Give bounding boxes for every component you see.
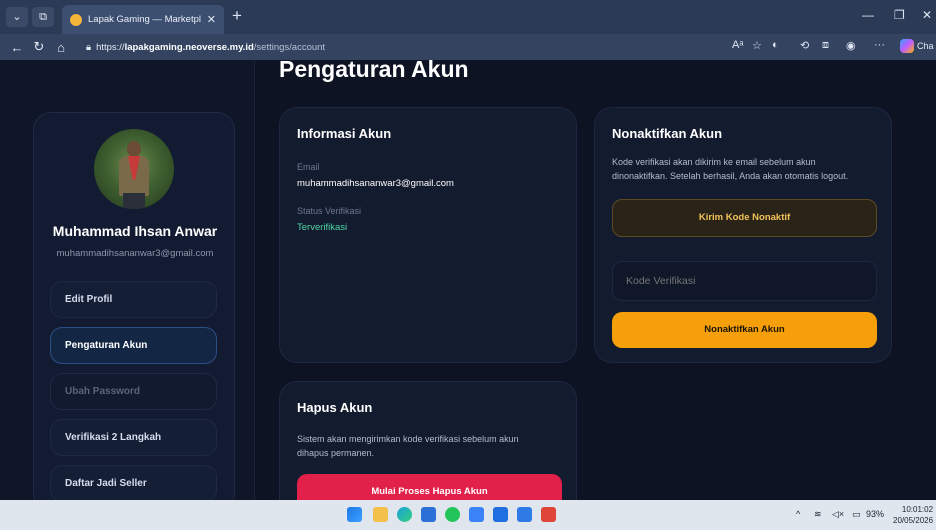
sidebar-item-pengaturan-akun[interactable]: Pengaturan Akun [50,327,217,364]
extensions-icon[interactable]: ◐ [772,39,779,51]
deactivate-description-line1: Kode verifikasi akan dikirim ke email se… [612,157,816,167]
history-icon[interactable]: ⟲ [800,39,809,52]
restore-icon[interactable]: ❐ [894,8,905,22]
sidebar-item-edit-profil[interactable]: Edit Profil [50,281,217,318]
whatsapp-icon[interactable] [445,507,460,522]
url-field[interactable]: 🔒︎ https://lapakgaming.neoverse.my.id/se… [86,38,726,56]
app-icon[interactable] [469,507,484,522]
browser-address-bar: ← ↻ ⌂ 🔒︎ https://lapakgaming.neoverse.my… [0,34,936,60]
start-menu-icon[interactable] [347,507,362,522]
delete-description-line2: dihapus permanen. [297,448,375,458]
workspaces-icon[interactable]: ⧉ [32,7,54,27]
url-path: /settings/account [253,41,326,53]
close-window-icon[interactable]: ✕ [922,8,932,22]
file-explorer-icon[interactable] [373,507,388,522]
browser-tab-bar: ⌄ ⧉ Lapak Gaming — Marketplace Ga ✕ + — … [0,0,936,34]
copilot-icon[interactable] [900,39,914,53]
sidebar-item-ubah-password: Ubah Password [50,373,217,410]
tab-close-icon[interactable]: ✕ [207,13,216,26]
sidebar-item-verifikasi-2-langkah[interactable]: Verifikasi 2 Langkah [50,419,217,456]
tab-actions-chevron-icon[interactable]: ⌄ [6,7,28,27]
volume-icon[interactable]: ◁× [832,509,844,520]
back-arrow-icon[interactable]: ← [6,40,28,55]
account-info-title: Informasi Akun [297,126,392,141]
notepad-icon[interactable] [493,507,508,522]
url-text: https://lapakgaming.neoverse.my.id/setti… [96,42,325,53]
clock-time: 10:01:02 [901,505,934,514]
tab-title: Lapak Gaming — Marketplace Ga [88,14,201,25]
site-favicon-icon [70,13,82,26]
deactivate-account-button[interactable]: Nonaktifkan Akun [612,312,877,348]
favorite-star-icon[interactable]: ☆ [752,39,762,52]
filezilla-icon[interactable] [541,507,556,522]
profile-name: Muhammad Ihsan Anwar [52,223,218,239]
verification-status-label: Status Verifikasi [297,206,362,216]
url-host: lapakgaming.neoverse.my.id [124,41,254,53]
url-scheme: https:// [96,41,125,53]
more-menu-icon[interactable]: ··· [874,39,885,51]
browser-tab-active[interactable]: Lapak Gaming — Marketplace Ga ✕ [62,5,224,34]
email-label: Email [297,162,320,172]
deactivate-title: Nonaktifkan Akun [612,126,723,141]
account-info-card: Informasi Akun Email muhammadihsananwar3… [279,107,577,363]
page-title: Pengaturan Akun [279,60,469,82]
deactivate-description-line2: dinonaktifkan. Setelah berhasil, Anda ak… [612,171,849,181]
refresh-icon[interactable]: ↻ [28,39,50,55]
tray-chevron-up-icon[interactable]: ^ [796,509,800,519]
send-deactivate-code-button[interactable]: Kirim Kode Nonaktif [612,199,877,237]
battery-icon[interactable]: ▭ [852,509,861,520]
wifi-icon[interactable]: ≋ [814,509,822,520]
lock-icon: 🔒︎ [86,41,92,53]
deactivate-account-card: Nonaktifkan Akun Kode verifikasi akan di… [594,107,892,363]
profile-email: muhammadihsananwar3@gmail.com [56,248,214,259]
store-icon[interactable] [421,507,436,522]
verification-status-value: Terverifikasi [297,222,348,233]
page-viewport: Muhammad Ihsan Anwar muhammadihsananwar3… [0,60,936,500]
copilot-label[interactable]: Cha [917,41,934,51]
battery-percentage: 93% [866,509,885,519]
screenshot-icon[interactable]: ⧈ [822,39,829,52]
delete-title: Hapus Akun [297,400,373,415]
delete-description-line1: Sistem akan mengirimkan kode verifikasi … [297,434,519,444]
new-tab-plus-icon[interactable]: + [232,6,242,26]
clock-date: 20/05/2026 [893,516,934,525]
verification-code-input[interactable] [612,261,877,301]
home-icon[interactable]: ⌂ [50,40,72,55]
sidebar-item-daftar-jadi-seller[interactable]: Daftar Jadi Seller [50,465,217,500]
system-clock[interactable]: 10:01:02 20/05/2026 [893,504,933,526]
read-aloud-icon[interactable]: Aᵃ [732,39,743,51]
os-taskbar: ^ ≋ ◁× ▭ 93% 10:01:02 20/05/2026 [0,500,936,530]
avatar [94,129,174,209]
profile-card: Muhammad Ihsan Anwar muhammadihsananwar3… [33,112,235,500]
edge-browser-icon[interactable] [397,507,412,522]
start-delete-account-button[interactable]: Mulai Proses Hapus Akun [297,474,562,500]
profile-avatar-icon[interactable]: ◉ [846,39,856,52]
email-value: muhammadihsananwar3@gmail.com [297,178,454,189]
vscode-icon[interactable] [517,507,532,522]
minimize-icon[interactable]: — [862,8,874,22]
delete-account-card: Hapus Akun Sistem akan mengirimkan kode … [279,381,577,500]
